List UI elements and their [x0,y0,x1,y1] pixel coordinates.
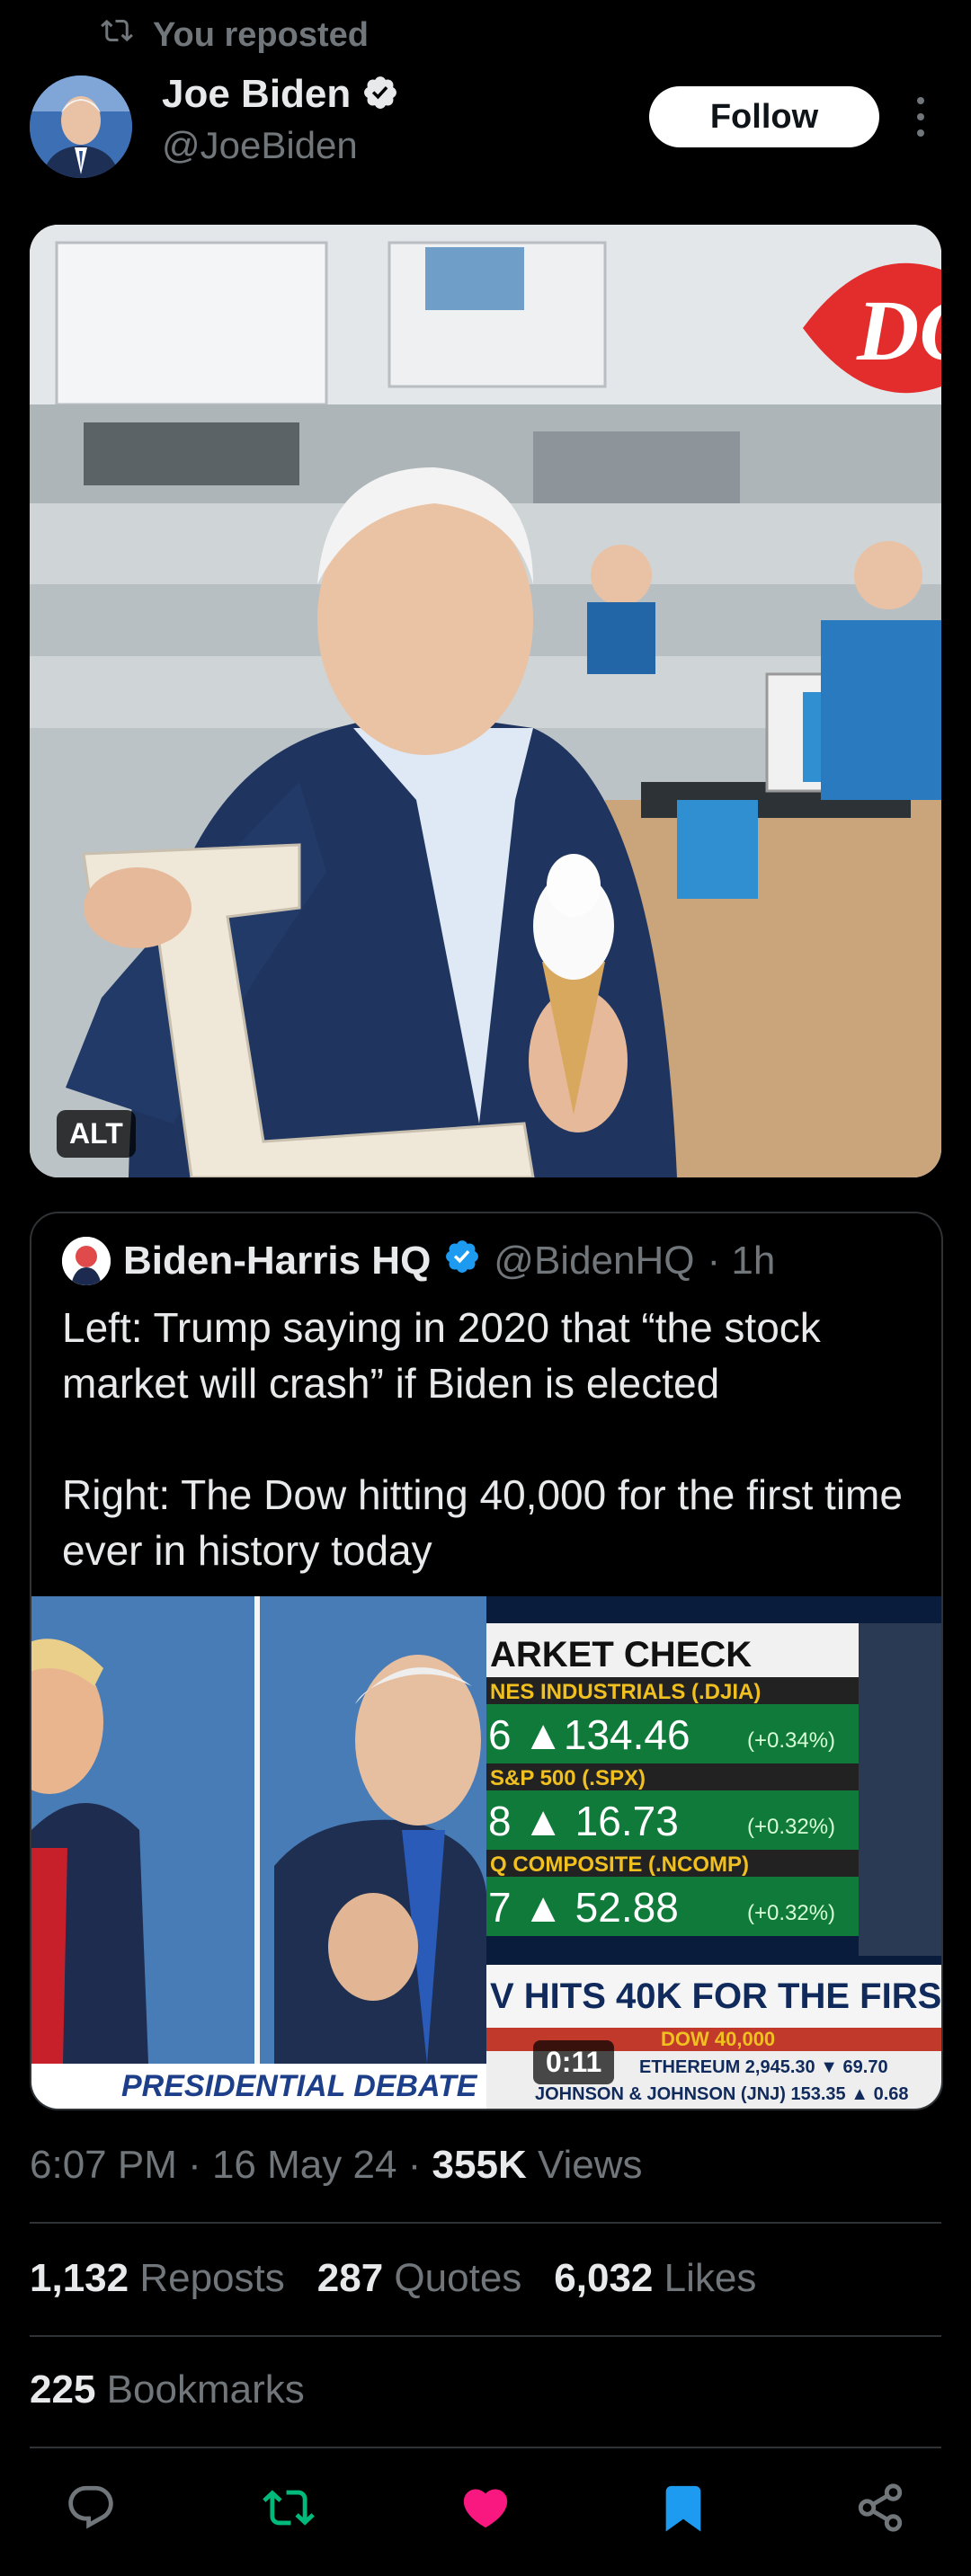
post-timestamp-views[interactable]: 6:07 PM · 16 May 24 · 355K Views [30,2143,643,2188]
ticker-crawl2: JOHNSON & JOHNSON (JNJ) 153.35 ▲ 0.68 [535,2084,909,2104]
likes-stat[interactable]: 6,032 Likes [554,2256,756,2301]
ticker-headline: V HITS 40K FOR THE FIRST TIM [490,1976,941,2016]
author-name-row[interactable]: Joe Biden [162,72,399,117]
follow-button[interactable]: Follow [649,86,879,147]
quoted-author-handle: @BidenHQ [494,1239,695,1283]
repost-icon [101,14,133,56]
author-handle[interactable]: @JoeBiden [162,124,358,167]
reposts-label: Reposts [139,2256,285,2300]
ticker-row2-pct: (+0.32%) [747,1815,835,1839]
quoted-post-header: Biden-Harris HQ @BidenHQ · 1h [62,1237,775,1285]
quoted-post[interactable]: Biden-Harris HQ @BidenHQ · 1h Left: Trum… [30,1212,943,2110]
author-name[interactable]: Joe Biden [162,72,351,117]
debate-banner: PRESIDENTIAL DEBATE [121,2069,478,2103]
post-time[interactable]: 6:07 PM · 16 May 24 · [30,2143,432,2187]
quoted-author-avatar [62,1237,111,1285]
ticker-sub: DOW 40,000 [661,2028,775,2050]
like-icon[interactable] [459,2482,512,2538]
quoted-video[interactable]: PRESIDENTIAL DEBATE ARKET CHECK NES INDU… [31,1596,941,2109]
bookmarks-stat[interactable]: 225 Bookmarks [30,2367,305,2412]
engagement-stats: 1,132 Reposts 287 Quotes 6,032 Likes [30,2256,756,2301]
likes-label: Likes [664,2256,757,2300]
quoted-post-time: · 1h [707,1239,776,1283]
video-thumbnail: PRESIDENTIAL DEBATE ARKET CHECK NES INDU… [31,1596,941,2109]
more-options-icon[interactable] [904,97,937,137]
video-duration: 0:11 [533,2040,615,2084]
divider [30,2447,941,2448]
quoted-author-name: Biden-Harris HQ [123,1239,432,1283]
quotes-stat[interactable]: 287 Quotes [317,2256,522,2301]
action-bar [0,2474,971,2545]
ticker-row2-value: 8 ▲ 16.73 [488,1798,679,1844]
divider [30,2222,941,2224]
ticker-title: ARKET CHECK [490,1635,752,1674]
share-icon[interactable] [854,2482,906,2538]
repost-label: You reposted [153,15,369,54]
author-avatar[interactable] [30,76,132,178]
verified-badge-icon [361,74,399,116]
ticker-row3-pct: (+0.32%) [747,1901,835,1925]
bookmark-icon[interactable] [657,2482,709,2538]
ticker-row3-label: Q COMPOSITE (.NCOMP) [490,1852,749,1877]
dairy-queen-photo: DQ [30,225,941,1177]
ticker-crawl1: ETHEREUM 2,945.30 ▼ 69.70 [639,2057,888,2077]
divider [30,2335,941,2337]
ticker-row1-pct: (+0.34%) [747,1728,835,1753]
repost-indicator: You reposted [101,13,369,58]
bookmarks-label: Bookmarks [106,2367,305,2412]
bookmarks-count: 225 [30,2367,96,2412]
quotes-label: Quotes [394,2256,522,2300]
ticker-row1-value: 6 ▲134.46 [488,1711,690,1758]
likes-count: 6,032 [554,2256,654,2300]
reposts-stat[interactable]: 1,132 Reposts [30,2256,285,2301]
views-count: 355K [432,2143,527,2187]
ticker-row1-label: NES INDUSTRIALS (.DJIA) [490,1680,761,1704]
quoted-post-text: Left: Trump saying in 2020 that “the sto… [62,1304,903,1574]
post-image[interactable]: DQ ALT [30,225,941,1177]
quotes-count: 287 [316,2256,384,2300]
reply-icon[interactable] [65,2482,117,2538]
dq-sign: DQ [856,282,941,378]
reposts-count: 1,132 [30,2256,129,2300]
alt-text-button[interactable]: ALT [57,1110,136,1158]
views-label: Views [526,2143,643,2187]
repost-action-icon[interactable] [262,2482,315,2538]
ticker-row3-value: 7 ▲ 52.88 [488,1884,679,1931]
ticker-row2-label: S&P 500 (.SPX) [490,1766,646,1790]
quoted-verified-badge-icon [443,1238,481,1285]
